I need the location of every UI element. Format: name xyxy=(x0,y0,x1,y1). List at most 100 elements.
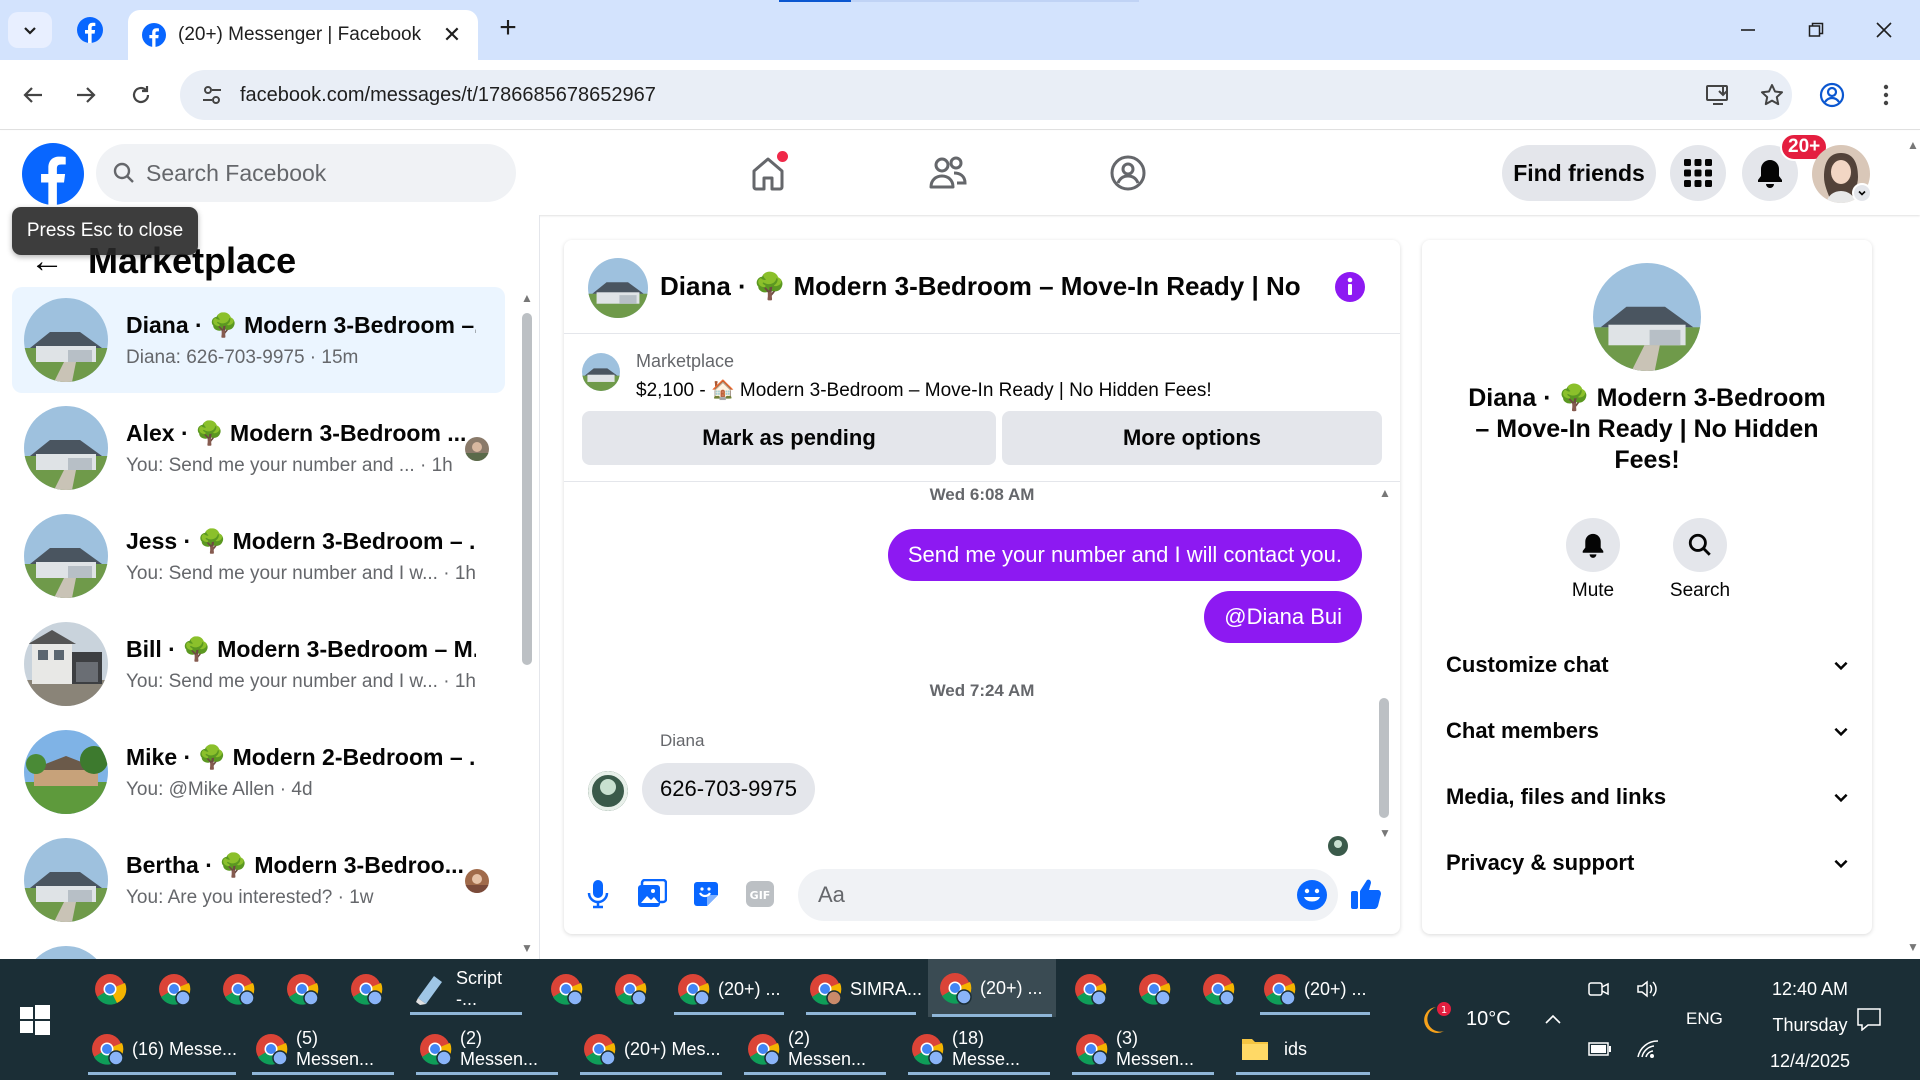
taskbar-messenger-window[interactable]: (16) Messe... xyxy=(84,1023,240,1075)
search-in-chat-button[interactable]: Search xyxy=(1660,518,1740,602)
listing-description[interactable]: $2,100 - 🏠 Modern 3-Bedroom – Move-In Re… xyxy=(636,378,1212,402)
forward-button[interactable] xyxy=(66,75,106,115)
nav-friends[interactable] xyxy=(918,145,978,201)
taskbar-messenger-window[interactable]: (2) Messen... xyxy=(412,1023,562,1075)
back-button[interactable] xyxy=(13,75,53,115)
thread-scroll-down[interactable]: ▼ xyxy=(1378,826,1392,840)
facebook-search[interactable] xyxy=(96,144,516,202)
mute-button[interactable]: Mute xyxy=(1553,518,1633,602)
chrome-profile-icon xyxy=(1264,974,1296,1006)
tab-close-icon[interactable]: ✕ xyxy=(440,22,464,48)
pinned-tab-facebook[interactable] xyxy=(70,12,110,48)
section-privacy-support[interactable]: Privacy & support xyxy=(1446,838,1850,888)
tray-meet-now[interactable] xyxy=(1588,963,1616,1015)
chat-title[interactable]: Diana · 🌳 Modern 3-Bedroom – Move-In Rea… xyxy=(660,271,1300,302)
emoji-icon[interactable] xyxy=(1296,879,1328,911)
restore-button[interactable] xyxy=(1796,12,1836,48)
conversation-item-3[interactable]: Bill · 🌳 Modern 3-Bedroom – M... You: Sen… xyxy=(12,611,505,717)
taskbar-messenger-window[interactable]: (20+) Mes... xyxy=(576,1023,726,1075)
active-tab[interactable]: (20+) Messenger | Facebook ✕ xyxy=(128,10,478,60)
like-button[interactable] xyxy=(1348,876,1384,912)
taskbar-messenger-window[interactable]: (5) Messen... xyxy=(248,1023,398,1075)
profile-button[interactable] xyxy=(1812,75,1852,115)
conversation-item-5[interactable]: Bertha · 🌳 Modern 3-Bedroo... You: Are yo… xyxy=(12,827,505,933)
message-input-box[interactable] xyxy=(798,869,1338,921)
thread-scroll-up[interactable]: ▲ xyxy=(1378,486,1392,500)
chat-avatar[interactable] xyxy=(588,258,648,318)
site-info-button[interactable] xyxy=(194,77,230,113)
windows-start-icon[interactable] xyxy=(20,1005,50,1035)
tray-volume[interactable] xyxy=(1636,963,1666,1015)
account-chevron[interactable] xyxy=(1852,183,1872,203)
section-media-files-links[interactable]: Media, files and links xyxy=(1446,772,1850,822)
voice-clip-button[interactable] xyxy=(580,876,616,912)
sender-avatar[interactable] xyxy=(588,771,628,811)
taskbar-simra-window[interactable]: SIMRA... xyxy=(802,963,922,1015)
weather-widget[interactable]: 1 10°C xyxy=(1418,993,1528,1045)
taskbar-chrome-profile[interactable] xyxy=(340,963,392,1015)
conversation-item-1[interactable]: Alex · 🌳 Modern 3-Bedroom ... You: Send m… xyxy=(12,395,505,501)
taskbar-chrome-profile[interactable] xyxy=(276,963,328,1015)
info-avatar[interactable] xyxy=(1593,263,1701,371)
tray-network[interactable] xyxy=(1636,1023,1666,1075)
gif-button[interactable]: GIF xyxy=(742,876,778,912)
taskbar-active-messenger-window[interactable]: (20+) ... xyxy=(928,959,1056,1017)
listing-thumbnail[interactable] xyxy=(582,353,620,391)
reload-button[interactable] xyxy=(121,75,161,115)
taskbar-chrome-profile[interactable] xyxy=(1064,963,1116,1015)
conversation-item-6[interactable] xyxy=(12,935,505,959)
nav-groups[interactable] xyxy=(1098,145,1158,201)
taskbar-chrome-profile[interactable] xyxy=(212,963,264,1015)
install-app-button[interactable] xyxy=(1698,75,1738,115)
taskbar-chrome[interactable] xyxy=(84,963,136,1015)
find-friends-button[interactable]: Find friends xyxy=(1502,145,1656,201)
sticker-button[interactable] xyxy=(688,876,724,912)
facebook-logo-icon[interactable] xyxy=(22,143,84,205)
section-customize-chat[interactable]: Customize chat xyxy=(1446,640,1850,690)
tab-search-button[interactable] xyxy=(8,12,52,48)
bookmark-button[interactable] xyxy=(1752,75,1792,115)
conversation-item-2[interactable]: Jess · 🌳 Modern 3-Bedroom – ... You: Send… xyxy=(12,503,505,609)
page-scroll-down[interactable]: ▼ xyxy=(1906,940,1920,954)
nav-home[interactable] xyxy=(738,145,798,201)
tray-overflow[interactable] xyxy=(1544,993,1568,1045)
new-tab-button[interactable]: + xyxy=(494,13,522,46)
close-window-button[interactable] xyxy=(1864,12,1904,48)
taskbar-chrome-profile[interactable] xyxy=(540,963,592,1015)
taskbar-chrome-profile[interactable] xyxy=(1128,963,1180,1015)
taskbar-messenger-window[interactable]: (20+) ... xyxy=(670,963,788,1015)
taskbar-messenger-window[interactable]: (18) Messe... xyxy=(904,1023,1054,1075)
outgoing-message[interactable]: Send me your number and I will contact y… xyxy=(887,529,1362,581)
tray-battery[interactable] xyxy=(1588,1023,1616,1075)
taskbar-notepad-script[interactable]: Script -... xyxy=(406,963,526,1015)
input-language[interactable]: ENG xyxy=(1686,993,1730,1045)
address-bar[interactable]: facebook.com/messages/t/1786685678652967 xyxy=(180,70,1792,120)
taskbar-chrome-profile[interactable] xyxy=(1192,963,1244,1015)
more-options-button[interactable]: More options xyxy=(1002,411,1382,465)
conversation-item-0[interactable]: Diana · 🌳 Modern 3-Bedroom –... Diana: 62… xyxy=(12,287,505,393)
list-scrollbar[interactable] xyxy=(522,313,532,665)
outgoing-message[interactable]: @Diana Bui xyxy=(1204,591,1362,643)
taskbar-chrome-profile[interactable] xyxy=(148,963,200,1015)
minimize-button[interactable] xyxy=(1728,12,1768,48)
taskbar-chrome-profile[interactable] xyxy=(604,963,656,1015)
page-scroll-up[interactable]: ▲ xyxy=(1906,138,1920,152)
taskbar-folder-ids[interactable]: ids xyxy=(1232,1023,1374,1075)
incoming-message[interactable]: 626-703-9975 xyxy=(642,763,816,815)
conversation-item-4[interactable]: Mike · 🌳 Modern 2-Bedroom – ... You: @Mik… xyxy=(12,719,505,825)
taskbar-messenger-window[interactable]: (3) Messen... xyxy=(1068,1023,1218,1075)
taskbar-messenger-window[interactable]: (20+) ... xyxy=(1256,963,1374,1015)
scroll-up-arrow[interactable]: ▲ xyxy=(520,291,534,305)
mark-pending-button[interactable]: Mark as pending xyxy=(582,411,996,465)
taskbar-messenger-window[interactable]: (2) Messen... xyxy=(740,1023,890,1075)
attach-media-button[interactable] xyxy=(634,876,670,912)
search-input[interactable] xyxy=(146,159,476,187)
message-input[interactable] xyxy=(818,882,1258,908)
info-icon[interactable] xyxy=(1334,271,1366,303)
menu-button[interactable] xyxy=(1670,145,1726,201)
section-chat-members[interactable]: Chat members xyxy=(1446,706,1850,756)
thread-scrollbar[interactable] xyxy=(1379,698,1389,818)
browser-menu-button[interactable] xyxy=(1866,75,1906,115)
action-center-button[interactable] xyxy=(1856,993,1890,1045)
scroll-down-arrow[interactable]: ▼ xyxy=(520,941,534,955)
